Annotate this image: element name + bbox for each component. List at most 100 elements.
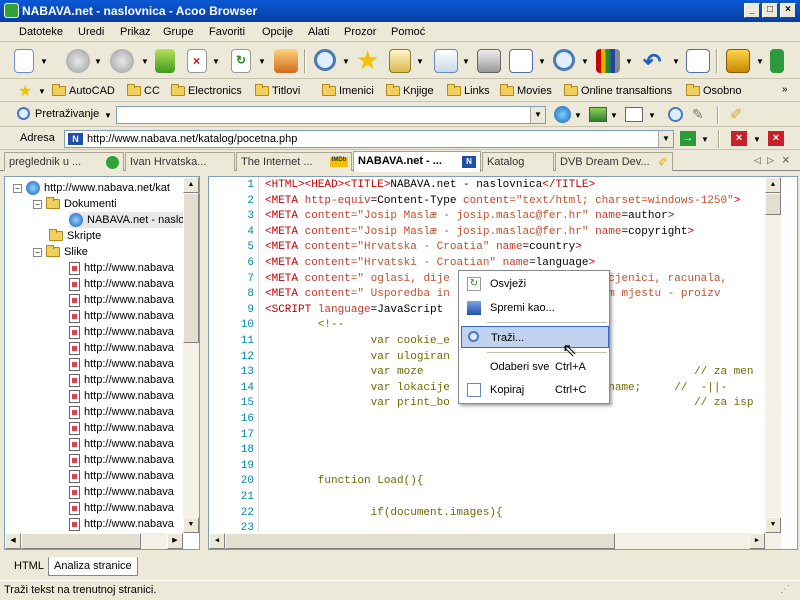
tree-image-item[interactable]: http://www.nabava [69, 276, 174, 292]
mail-icon[interactable] [434, 49, 458, 73]
chevron-down-icon[interactable]: ▼ [672, 57, 680, 66]
code-vertical-scrollbar[interactable]: ▲ ▼ [765, 177, 781, 533]
scroll-down-icon[interactable]: ▼ [765, 517, 781, 533]
bookmark-cc[interactable]: CC [127, 84, 160, 97]
tree-image-item[interactable]: http://www.nabava [69, 420, 174, 436]
menu-pomoc[interactable]: Pomoć [391, 26, 425, 38]
tree-image-item[interactable]: http://www.nabava [69, 452, 174, 468]
tree-image-item[interactable]: http://www.nabava [69, 340, 174, 356]
back-icon[interactable] [66, 49, 90, 73]
bookmark-titlovi[interactable]: Titlovi [255, 84, 300, 97]
tree-image-item[interactable]: http://www.nabava [69, 260, 174, 276]
tree-image-item[interactable]: http://www.nabava [69, 484, 174, 500]
minimize-button[interactable]: _ [744, 3, 760, 18]
tree-folder-slike[interactable]: − Slike [33, 244, 88, 260]
news-icon[interactable] [625, 107, 643, 122]
notes-icon[interactable] [726, 49, 750, 73]
chevron-down-icon[interactable]: ▼ [94, 57, 102, 66]
find-icon[interactable] [668, 107, 683, 122]
scroll-thumb[interactable] [765, 193, 781, 215]
bookmark-autocad[interactable]: AutoCAD [52, 84, 115, 97]
tab-the-internet[interactable]: The Internet ... IMDb [236, 152, 352, 171]
scroll-down-icon[interactable]: ▼ [183, 517, 199, 533]
menu-item-select-all[interactable]: Odaberi sve Ctrl+A [461, 356, 609, 378]
code-horizontal-scrollbar[interactable]: ◀ ▶ [209, 533, 781, 549]
favorites-star-icon[interactable]: ★ [18, 81, 32, 101]
tab-dvb-dream[interactable]: DVB Dream Dev... ✐ [555, 152, 673, 171]
tools-icon[interactable] [596, 49, 620, 73]
tree-image-item[interactable]: http://www.nabava [69, 292, 174, 308]
tree-image-item[interactable]: http://www.nabava [69, 468, 174, 484]
new-page-icon[interactable] [14, 49, 34, 73]
resize-grip-icon[interactable]: ⋰ [780, 584, 790, 595]
chevron-down-icon[interactable]: ▼ [574, 111, 582, 120]
web-search-icon[interactable] [554, 106, 571, 123]
go-arrow-icon[interactable]: → [680, 131, 696, 146]
menu-prozor[interactable]: Prozor [344, 26, 376, 38]
close-button[interactable]: × [780, 3, 796, 18]
tree-folder-skripte[interactable]: Skripte [49, 228, 101, 244]
chevron-down-icon[interactable]: ▼ [40, 57, 48, 66]
tab-analiza-stranice[interactable]: Analiza stranice [48, 557, 138, 576]
search-input[interactable]: ▼ [116, 106, 546, 124]
undo-icon[interactable]: ↶ [643, 49, 661, 75]
search-icon[interactable] [314, 49, 336, 71]
collapse-icon[interactable]: − [33, 247, 42, 257]
chevron-down-icon[interactable]: ▼ [538, 57, 546, 66]
favorites-star-icon[interactable]: ★ [356, 45, 379, 76]
tree-folder-dokumenti[interactable]: − Dokumenti [33, 196, 117, 212]
tree-vertical-scrollbar[interactable]: ▲ ▼ [183, 177, 199, 533]
bookmark-movies[interactable]: Movies [500, 84, 552, 97]
chevron-down-icon[interactable]: ▼ [753, 135, 761, 144]
maximize-button[interactable]: □ [762, 3, 778, 18]
chevron-down-icon[interactable]: ▼ [38, 87, 46, 96]
marker-icon[interactable]: ✐ [730, 105, 743, 123]
chevron-down-icon[interactable]: ▼ [141, 57, 149, 66]
chevron-down-icon[interactable]: ▼ [658, 131, 673, 147]
tree-image-item[interactable]: http://www.nabava [69, 388, 174, 404]
scroll-thumb[interactable] [183, 193, 199, 343]
menu-item-find[interactable]: Traži... [461, 326, 609, 348]
menu-grupe[interactable]: Grupe [163, 26, 194, 38]
tree-image-item[interactable]: http://www.nabava [69, 372, 174, 388]
zoom-icon[interactable] [553, 49, 575, 71]
tree-doc-item[interactable]: NABAVA.net - naslo [69, 212, 185, 228]
collapse-icon[interactable]: − [33, 199, 42, 209]
bookmark-online-transaltions[interactable]: Online transaltions [564, 84, 672, 97]
chevron-down-icon[interactable]: ▼ [212, 57, 220, 66]
more-chevron-icon[interactable]: » [782, 84, 788, 95]
search-label[interactable]: Pretraživanje [35, 108, 99, 120]
tree-image-item[interactable]: http://www.nabava [69, 356, 174, 372]
menu-opcije[interactable]: Opcije [262, 26, 293, 38]
chevron-down-icon[interactable]: ▼ [648, 111, 656, 120]
tab-katalog[interactable]: Katalog [482, 152, 554, 171]
bookmark-knjige[interactable]: Knjige [386, 84, 434, 97]
plugin-icon[interactable] [770, 49, 784, 73]
menu-item-save-as[interactable]: Spremi kao... [461, 297, 609, 319]
forward-icon[interactable] [110, 49, 134, 73]
chevron-down-icon[interactable]: ▼ [530, 107, 545, 123]
print-icon[interactable] [477, 49, 501, 73]
bookmark-electronics[interactable]: Electronics [171, 84, 242, 97]
menu-uredi[interactable]: Uredi [78, 26, 104, 38]
menu-item-copy[interactable]: Kopiraj Ctrl+C [461, 379, 609, 401]
address-input[interactable]: N http://www.nabava.net/katalog/pocetna.… [64, 130, 674, 148]
menu-item-refresh[interactable]: ↻ Osvježi [461, 273, 609, 295]
menu-favoriti[interactable]: Favoriti [209, 26, 245, 38]
collapse-icon[interactable]: − [13, 183, 22, 193]
scroll-tabs-left-icon[interactable]: ◁ [754, 155, 761, 166]
tab-nabava[interactable]: NABAVA.net - ... N [353, 151, 481, 172]
chevron-down-icon[interactable]: ▼ [342, 57, 350, 66]
up-icon[interactable] [155, 49, 175, 73]
menu-alati[interactable]: Alati [308, 26, 329, 38]
options-icon[interactable] [686, 49, 710, 73]
home-icon[interactable] [274, 49, 298, 73]
tree-horizontal-scrollbar[interactable]: ◀ ▶ [5, 533, 183, 549]
bookmark-osobno[interactable]: Osobno [686, 84, 742, 97]
scroll-tabs-right-icon[interactable]: ▷ [767, 155, 774, 166]
tree-image-item[interactable]: http://www.nabava [69, 500, 174, 516]
scroll-thumb[interactable] [21, 533, 141, 549]
tree-image-item[interactable]: http://www.nabava [69, 404, 174, 420]
scroll-right-icon[interactable]: ▶ [167, 533, 183, 549]
scroll-left-icon[interactable]: ◀ [209, 533, 225, 549]
